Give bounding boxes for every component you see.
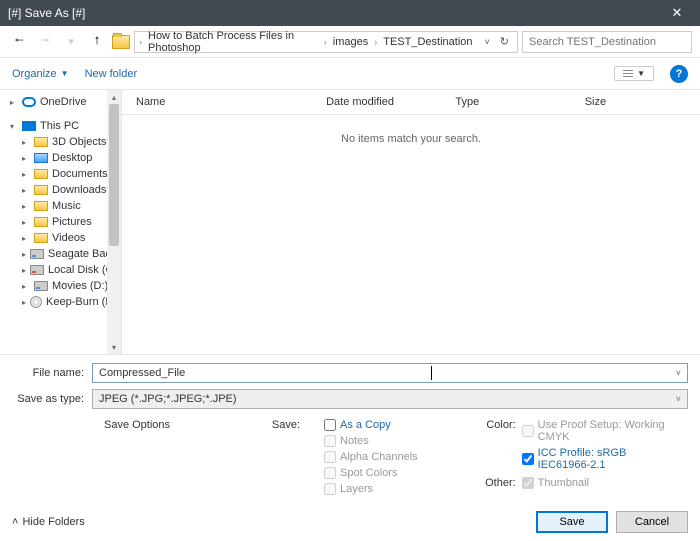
refresh-icon[interactable]: ↻ [496,35,513,48]
chevron-down-icon[interactable]: ˅ [676,394,681,404]
music-icon [34,201,48,211]
chevron-right-icon: › [374,37,377,47]
sidebar-item[interactable]: ▸Movies (D:) [0,278,121,294]
filename-input[interactable]: Compressed_File ˅ [92,363,688,383]
sidebar-item-thispc[interactable]: ▾This PC [0,118,121,134]
pc-icon [22,121,36,131]
pictures-icon [34,217,48,227]
spot-checkbox: Spot Colors [324,467,418,479]
breadcrumb-item[interactable]: TEST_Destination [379,36,476,48]
sidebar-item-onedrive[interactable]: ▸OneDrive [0,94,121,110]
scroll-up-icon[interactable]: ▴ [107,90,121,104]
icc-checkbox[interactable]: ICC Profile: sRGB IEC61966-2.1 [522,447,668,471]
back-icon[interactable]: 🠔 [8,31,30,53]
chevron-right-icon[interactable]: › [139,37,142,47]
text-cursor-icon [431,366,432,380]
up-icon[interactable]: 🠕 [86,31,108,53]
recent-dropdown-icon[interactable]: ▾ [60,31,82,53]
save-options-header: Save Options [104,419,224,495]
chevron-down-icon[interactable]: ˅ [481,37,494,47]
sidebar-item[interactable]: ▸3D Objects [0,134,121,150]
forward-icon: 🠖 [34,31,56,53]
sidebar-item[interactable]: ▸Documents [0,166,121,182]
filename-label: File name: [12,367,92,379]
scrollbar[interactable]: ▴ ▾ [107,90,121,354]
titlebar: [#] Save As [#] ✕ [0,0,700,26]
main-area: ▸OneDrive ▾This PC ▸3D Objects ▸Desktop … [0,90,700,354]
sidebar-item[interactable]: ▸Videos [0,230,121,246]
organize-button[interactable]: Organize ▼ [12,68,69,80]
search-input[interactable] [522,31,692,53]
as-copy-checkbox[interactable]: As a Copy [324,419,418,431]
bottom-panel: File name: Compressed_File ˅ Save as typ… [0,354,700,503]
color-label: Color: [476,419,516,471]
drive-icon [30,249,44,259]
sidebar-item[interactable]: ▸Downloads [0,182,121,198]
scroll-down-icon[interactable]: ▾ [107,340,121,354]
alpha-checkbox: Alpha Channels [324,451,418,463]
column-headers: Name Date modified Type Size [122,90,700,115]
cancel-button[interactable]: Cancel [616,511,688,533]
new-folder-button[interactable]: New folder [85,68,138,80]
save-label: Save: [248,419,300,495]
scroll-thumb[interactable] [109,104,119,246]
hide-folders-button[interactable]: ˄Hide Folders [12,516,85,528]
folder-icon [112,35,130,49]
column-size[interactable]: Size [571,94,700,110]
sidebar: ▸OneDrive ▾This PC ▸3D Objects ▸Desktop … [0,90,122,354]
breadcrumb[interactable]: › How to Batch Process Files in Photosho… [134,31,518,53]
file-pane: Name Date modified Type Size No items ma… [122,90,700,354]
help-icon[interactable]: ? [670,65,688,83]
breadcrumb-item[interactable]: How to Batch Process Files in Photoshop [144,30,322,54]
videos-icon [34,233,48,243]
sidebar-item[interactable]: ▸Seagate Backup [0,246,121,262]
cloud-icon [22,97,36,107]
close-icon[interactable]: ✕ [662,5,692,21]
sidebar-item[interactable]: ▸Desktop [0,150,121,166]
sidebar-item[interactable]: ▸Pictures [0,214,121,230]
drive-icon [34,281,48,291]
footer: ˄Hide Folders Save Cancel [0,503,700,541]
toolbar: Organize ▼ New folder ▼ ? [0,58,700,90]
other-label: Other: [476,477,516,489]
folder-icon [34,185,48,195]
column-type[interactable]: Type [441,94,570,110]
column-name[interactable]: Name [122,94,312,110]
folder-icon [34,169,48,179]
savetype-select[interactable]: JPEG (*.JPG;*.JPEG;*.JPE) ˅ [92,389,688,409]
column-date[interactable]: Date modified [312,94,441,110]
sidebar-item[interactable]: ▸Local Disk (C:) [0,262,121,278]
drive-icon [30,265,44,275]
savetype-label: Save as type: [12,393,92,405]
folder-icon [34,137,48,147]
sidebar-item[interactable]: ▸Keep-Burn (F:) [0,294,121,310]
folder-icon [34,153,48,163]
chevron-right-icon: › [324,37,327,47]
window-title: [#] Save As [#] [8,6,662,20]
layers-checkbox: Layers [324,483,418,495]
search-field[interactable] [529,36,685,48]
sidebar-item[interactable]: ▸Music [0,198,121,214]
save-button[interactable]: Save [536,511,608,533]
nav-bar: 🠔 🠖 ▾ 🠕 › How to Batch Process Files in … [0,26,700,58]
chevron-down-icon[interactable]: ˅ [676,368,681,378]
view-button[interactable]: ▼ [614,66,654,81]
notes-checkbox: Notes [324,435,418,447]
chevron-up-icon: ˄ [12,516,18,528]
breadcrumb-item[interactable]: images [329,36,372,48]
cd-icon [30,296,42,308]
proof-checkbox: Use Proof Setup: Working CMYK [522,419,668,443]
thumbnail-checkbox: Thumbnail [522,477,589,489]
empty-message: No items match your search. [122,115,700,354]
